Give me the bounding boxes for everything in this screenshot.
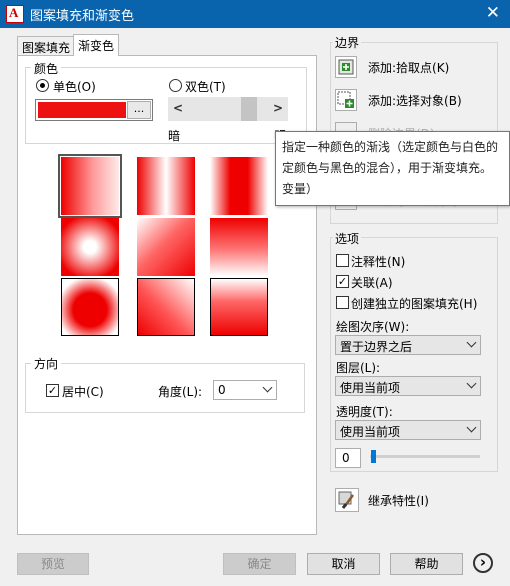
- title-bar: A 图案填充和渐变色 ✕: [0, 0, 510, 28]
- close-icon[interactable]: ✕: [486, 3, 500, 23]
- add-pick-points-label[interactable]: 添加:拾取点(K): [368, 59, 449, 76]
- gradient-inv-spherical-tile[interactable]: [61, 278, 119, 336]
- transparency-label: 透明度(T):: [336, 405, 393, 419]
- gradient-linear-tile[interactable]: [58, 154, 122, 218]
- boundaries-group-label: 边界: [333, 34, 362, 51]
- tab-hatch[interactable]: 图案填充: [17, 36, 76, 56]
- centered-label: 居中(C): [62, 385, 104, 399]
- slider-thumb[interactable]: [241, 97, 258, 121]
- slider-left-arrow[interactable]: <: [173, 101, 183, 115]
- color-group-label: 颜色: [31, 60, 62, 77]
- add-pick-points-button[interactable]: [335, 56, 357, 78]
- tab-gradient[interactable]: 渐变色: [73, 34, 120, 56]
- cancel-button[interactable]: 取消: [307, 553, 380, 575]
- color-swatch-field[interactable]: ...: [35, 99, 153, 121]
- add-select-objects-button[interactable]: [335, 89, 357, 111]
- annotative-checkbox[interactable]: [336, 254, 349, 267]
- gradient-inv-curved-tile[interactable]: [210, 278, 268, 336]
- gradient-curved-tile[interactable]: [210, 218, 268, 276]
- gradient-hemispherical-tile[interactable]: [137, 218, 195, 276]
- app-icon: A: [6, 5, 24, 23]
- two-color-radio[interactable]: [169, 79, 182, 92]
- separate-hatch-label: 创建独立的图案填充(H): [351, 297, 478, 311]
- pick-point-icon: [338, 59, 354, 75]
- associative-label: 关联(A): [351, 276, 393, 290]
- color-picker-button[interactable]: ...: [127, 101, 151, 119]
- slider-right-arrow[interactable]: >: [273, 101, 283, 115]
- single-color-label: 单色(O): [53, 80, 96, 94]
- associative-checkbox[interactable]: ✓: [336, 275, 349, 288]
- ok-button[interactable]: 确定: [223, 553, 296, 575]
- window-title: 图案填充和渐变色: [30, 9, 135, 24]
- tooltip-line-1: 指定一种颜色的渐浅（选定颜色与白色的: [282, 140, 499, 154]
- shade-label: 暗: [168, 129, 181, 143]
- transparency-select[interactable]: 使用当前项: [335, 420, 481, 440]
- shade-tint-slider[interactable]: < >: [168, 97, 288, 121]
- orientation-group-label: 方向: [31, 355, 62, 372]
- tooltip: 指定一种颜色的渐浅（选定颜色与白色的 定颜色与黑色的混合），用于渐变填充。 变量…: [275, 131, 510, 206]
- preview-button[interactable]: 预览: [17, 553, 89, 575]
- color-swatch: [38, 102, 126, 118]
- tooltip-line-2: 定颜色与黑色的混合），用于渐变填充。: [282, 161, 493, 175]
- two-color-label: 双色(T): [185, 80, 226, 94]
- gradient-cylinder-tile[interactable]: [137, 157, 195, 215]
- transparency-slider-thumb[interactable]: [371, 450, 376, 463]
- draw-order-label: 绘图次序(W):: [336, 320, 410, 334]
- inherit-properties-label[interactable]: 继承特性(I): [368, 492, 429, 509]
- annotative-label: 注释性(N): [351, 255, 406, 269]
- angle-label: 角度(L):: [158, 385, 203, 399]
- layer-label: 图层(L):: [336, 361, 381, 375]
- inherit-properties-button[interactable]: [335, 488, 359, 512]
- more-options-button[interactable]: ›: [473, 553, 493, 573]
- select-objects-icon: [337, 91, 354, 108]
- add-select-objects-label[interactable]: 添加:选择对象(B): [368, 92, 462, 109]
- separate-hatch-checkbox[interactable]: [336, 296, 349, 309]
- gradient-inv-cylinder-tile[interactable]: [210, 157, 268, 215]
- transparency-value-field[interactable]: 0: [335, 448, 361, 468]
- layer-select[interactable]: 使用当前项: [335, 376, 481, 396]
- transparency-slider-track[interactable]: [370, 455, 480, 458]
- inherit-brush-icon: [338, 491, 355, 509]
- single-color-radio[interactable]: [36, 79, 49, 92]
- help-button[interactable]: 帮助: [390, 553, 463, 575]
- centered-checkbox[interactable]: ✓: [46, 384, 59, 397]
- draw-order-select[interactable]: 置于边界之后: [335, 335, 481, 355]
- options-group-label: 选项: [333, 230, 362, 247]
- angle-select[interactable]: 0: [213, 380, 277, 400]
- tooltip-line-3: 变量）: [282, 182, 319, 196]
- gradient-inv-hemispherical-tile[interactable]: [137, 278, 195, 336]
- gradient-spherical-tile[interactable]: [61, 218, 119, 276]
